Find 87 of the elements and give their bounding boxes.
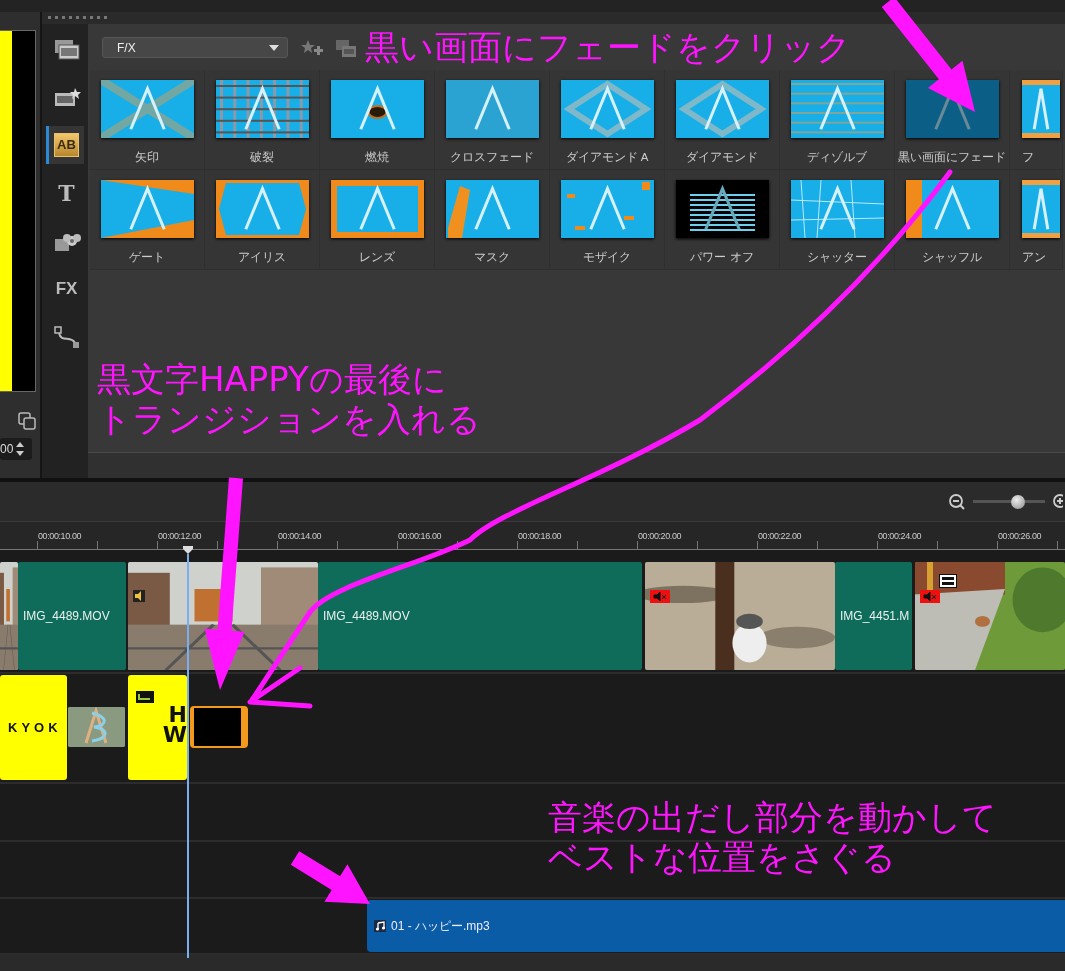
transition-label: ダイアモンド A [565, 150, 649, 165]
apply-transition-icon [336, 38, 356, 57]
annotation-text: 黒文字HAPPYの最後に [97, 360, 447, 399]
transition-label: シャッター [807, 250, 867, 265]
annotation-text: 音楽の出だし部分を動かして [548, 798, 997, 837]
transition-label: アイリス [238, 250, 286, 265]
motion-icon [136, 691, 154, 703]
transition-tile[interactable]: レンズ [320, 170, 435, 270]
annotation-text: 黒い画面にフェードをクリック [365, 28, 851, 67]
time-label: 00:00:22.00 [758, 530, 802, 543]
time-label: 00:00:26.00 [998, 530, 1042, 543]
transition-label: 燃焼 [365, 150, 389, 165]
title-text: KYOK [8, 719, 62, 737]
transition-tile[interactable]: モザイク [550, 170, 665, 270]
transition-label: ディゾルブ [807, 150, 867, 165]
transition-label: アン [1022, 250, 1046, 265]
copy-icon [18, 412, 36, 430]
time-label: 00:00:14.00 [278, 530, 322, 543]
time-spinner[interactable]: 00 [0, 438, 32, 460]
zoom-in-icon [1053, 493, 1063, 510]
favorite-add-icon [300, 38, 324, 57]
subtitle-icon [939, 574, 957, 588]
color-clip[interactable] [190, 706, 248, 748]
time-label: 00:00:18.00 [518, 530, 562, 543]
transition-label: フ [1022, 150, 1034, 165]
transition-tile[interactable]: シャッター [780, 170, 895, 270]
library-tab[interactable]: T [46, 174, 84, 212]
transition-tile[interactable]: ダイアモンド [665, 70, 780, 170]
annotation-text: ベストな位置をさぐる [548, 838, 896, 877]
transition-tile[interactable]: アイリス [205, 170, 320, 270]
transition-label: レンズ [359, 250, 395, 265]
transition-label: クロスフェード [450, 150, 534, 165]
transition-tile[interactable]: 黒い画面にフェード [895, 70, 1010, 170]
transition-tile[interactable]: シャッフル [895, 170, 1010, 270]
time-label: 00:00:10.00 [38, 530, 82, 543]
video-clip[interactable]: IMG_4489.MOV [18, 562, 126, 670]
caret-icon [269, 44, 279, 51]
transition-clip[interactable] [68, 707, 125, 747]
video-clip[interactable]: IMG_4451.M [835, 562, 912, 670]
transition-tile[interactable]: 燃焼 [320, 70, 435, 170]
playhead-marker-icon [183, 546, 193, 554]
transition-label: ゲート [129, 250, 165, 265]
transition-tile[interactable]: フ [1010, 70, 1063, 170]
music-note-icon [374, 920, 386, 932]
transition-tile[interactable]: マスク [435, 170, 550, 270]
time-label: 00:00:12.00 [158, 530, 202, 543]
transition-label: 矢印 [135, 150, 159, 165]
transition-tile[interactable]: アン [1010, 170, 1063, 270]
slider-thumb[interactable] [1010, 494, 1025, 509]
speaker-icon [133, 590, 145, 602]
transition-label: ダイアモンド [686, 150, 758, 165]
mute-icon [920, 590, 940, 603]
clip-label: 01 - ハッピー.mp3 [391, 918, 490, 935]
video-clip[interactable]: IMG_4489.MOV [318, 562, 642, 670]
transition-tile[interactable]: ディゾルブ [780, 70, 895, 170]
curve-path-icon [52, 325, 81, 349]
title-text: H [168, 705, 187, 725]
time-label: 00:00:24.00 [878, 530, 922, 543]
film-stack-icon [52, 37, 81, 61]
transition-label: パワー オフ [690, 250, 754, 265]
clip-label: IMG_4489.MOV [323, 608, 410, 625]
transition-tab[interactable]: AB [46, 126, 84, 164]
mute-icon [650, 590, 670, 603]
transition-label: 破裂 [250, 150, 274, 165]
clip-label: IMG_4451.M [840, 608, 910, 625]
transition-tile[interactable]: ダイアモンド A [550, 70, 665, 170]
library-tab[interactable]: FX [46, 270, 84, 308]
transition-tile[interactable]: 破裂 [205, 70, 320, 170]
transition-tile[interactable]: クロスフェード [435, 70, 550, 170]
title-text: W [162, 725, 187, 745]
clip-label: IMG_4489.MOV [23, 608, 110, 625]
transition-label: マスク [474, 250, 510, 265]
transition-tile[interactable]: パワー オフ [665, 170, 780, 270]
transition-label: シャッフル [922, 250, 982, 265]
time-label: 00:00:20.00 [638, 530, 682, 543]
category-dropdown[interactable]: F/X [102, 37, 288, 58]
title-clip[interactable]: H W [128, 675, 187, 780]
spin-arrows-icon [15, 441, 26, 457]
annotation-text: トランジションを入れる [97, 400, 481, 439]
transition-label: 黒い画面にフェード [898, 150, 1006, 165]
transition-tile[interactable]: 矢印 [90, 70, 205, 170]
transition-tile[interactable]: ゲート [90, 170, 205, 270]
transition-label: モザイク [583, 250, 631, 265]
title-clip[interactable]: KYOK [0, 675, 67, 780]
zoom-out-icon [949, 493, 965, 510]
audio-clip[interactable]: 01 - ハッピー.mp3 [367, 900, 1065, 952]
time-label: 00:00:16.00 [398, 530, 442, 543]
